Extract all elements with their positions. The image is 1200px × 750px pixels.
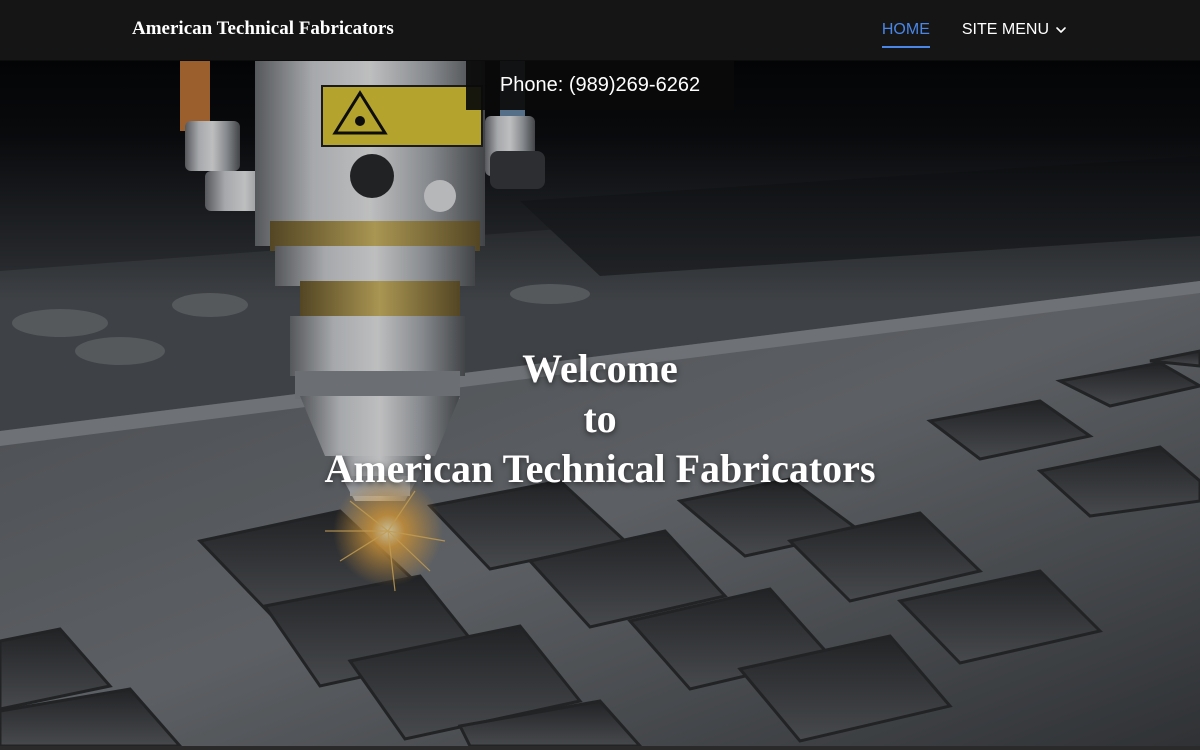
phone-number[interactable]: Phone: (989)269-6262: [500, 74, 700, 97]
phone-banner: Phone: (989)269-6262: [466, 61, 734, 110]
main-nav: HOME SITE MENU: [881, 0, 1067, 60]
hero-section: Phone: (989)269-6262 Welcome to American…: [0, 61, 1200, 746]
nav-home-label: HOME: [881, 21, 930, 38]
nav-site-menu-dropdown[interactable]: SITE MENU: [962, 0, 1067, 60]
page-bottom-strip: [0, 746, 1200, 750]
site-header: American Technical Fabricators HOME SITE…: [0, 0, 1200, 61]
welcome-line-2: to: [583, 396, 617, 442]
welcome-line-1: Welcome: [522, 346, 678, 392]
chevron-down-icon: [1056, 27, 1066, 33]
hero-welcome-heading: Welcome to American Technical Fabricator…: [0, 344, 1200, 494]
nav-home-link[interactable]: HOME: [881, 0, 930, 60]
brand-link[interactable]: American Technical Fabricators: [132, 18, 394, 40]
welcome-line-3: American Technical Fabricators: [324, 446, 876, 492]
nav-site-menu-label: SITE MENU: [961, 21, 1049, 38]
